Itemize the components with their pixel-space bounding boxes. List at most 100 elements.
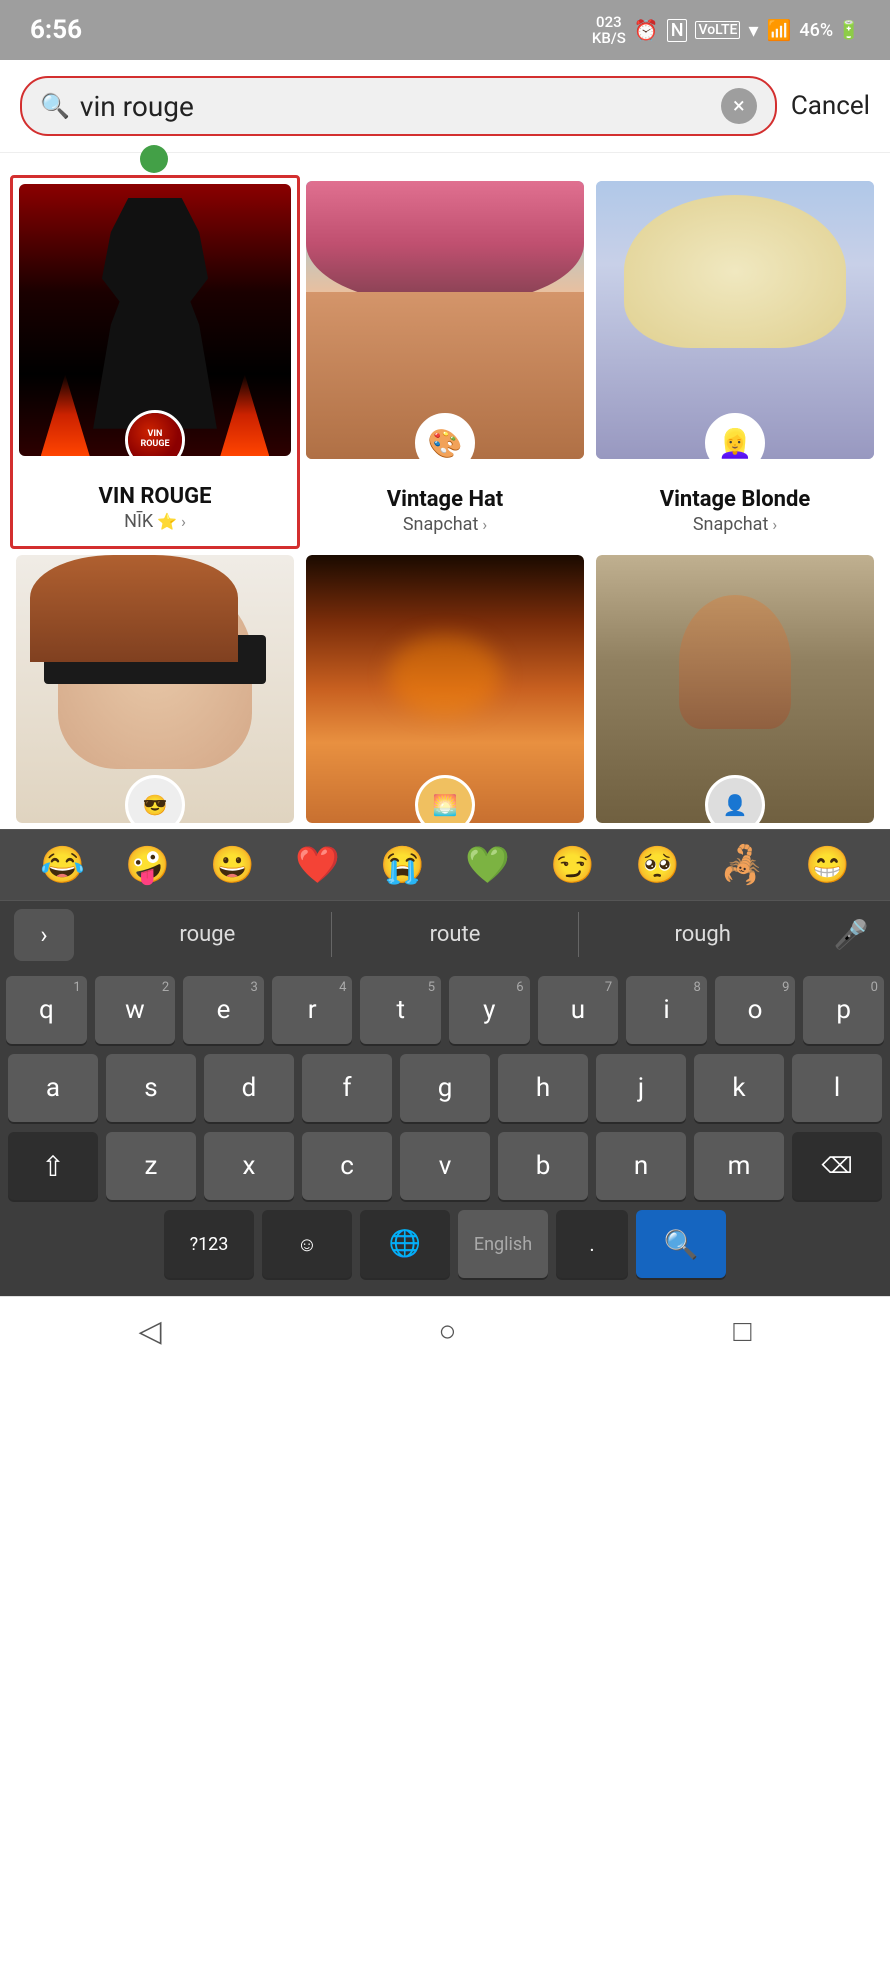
emoji-grin[interactable]: 😀 — [210, 844, 255, 886]
key-m[interactable]: m — [694, 1132, 784, 1200]
microphone-icon[interactable]: 🎤 — [826, 918, 876, 951]
result-item-vin-rouge[interactable]: VINROUGE VIN ROUGE NĪK ⭐ › — [10, 175, 300, 549]
battery-icon: 46% 🔋 — [799, 20, 860, 41]
key-u[interactable]: 7u — [538, 976, 619, 1044]
key-g[interactable]: g — [400, 1054, 490, 1122]
key-i[interactable]: 8i — [626, 976, 707, 1044]
period-key[interactable]: . — [556, 1210, 628, 1278]
delete-key[interactable]: ⌫ — [792, 1132, 882, 1200]
vintage-hat-thumbnail: 🎨 — [306, 181, 584, 459]
search-icon: 🔍 — [40, 92, 70, 120]
emoji-green-heart[interactable]: 💚 — [465, 844, 510, 886]
key-t[interactable]: 5t — [360, 976, 441, 1044]
suggestion-rouge[interactable]: rouge — [84, 912, 331, 957]
key-o[interactable]: 9o — [715, 976, 796, 1044]
result-item-vintage-blonde[interactable]: 👱‍♀️ Vintage Blonde Snapchat › — [590, 175, 880, 549]
vin-rouge-creator: NĪK ⭐ › — [124, 511, 186, 532]
alarm-icon: ⏰ — [634, 18, 659, 42]
vintage-blonde-creator: Snapchat › — [693, 514, 777, 535]
key-k[interactable]: k — [694, 1054, 784, 1122]
emoji-icon: ☺ — [297, 1232, 317, 1257]
data-rate-icon: 023KB/S — [592, 14, 626, 47]
globe-icon: 🌐 — [389, 1229, 421, 1259]
vintage-hat-creator: Snapchat › — [403, 514, 487, 535]
symbols-label: ?123 — [190, 1234, 229, 1255]
navigation-bar: ◁ ○ □ — [0, 1296, 890, 1366]
emoji-row: 😂 🤪 😀 ❤️ 😭 💚 😏 🥺 🦂 😁 — [0, 829, 890, 900]
key-s[interactable]: s — [106, 1054, 196, 1122]
key-d[interactable]: d — [204, 1054, 294, 1122]
search-query[interactable]: vin rouge — [80, 90, 711, 123]
search-key[interactable]: 🔍 — [636, 1210, 726, 1278]
clear-button[interactable]: × — [721, 88, 757, 124]
period-label: . — [589, 1232, 594, 1256]
suggestion-rough[interactable]: rough — [578, 912, 826, 957]
key-a[interactable]: a — [8, 1054, 98, 1122]
result-item-sunset[interactable]: 🌅 — [300, 549, 590, 829]
result-item-vintage-hat[interactable]: 🎨 Vintage Hat Snapchat › — [300, 175, 590, 549]
spacebar[interactable]: English — [458, 1210, 548, 1278]
search-bar: 🔍 vin rouge × Cancel — [0, 60, 890, 153]
key-x[interactable]: x — [204, 1132, 294, 1200]
suggestions-row: › rouge route rough 🎤 — [0, 900, 890, 968]
key-row-4: ?123 ☺ 🌐 English . 🔍 — [6, 1210, 884, 1278]
vintage-hat-name: Vintage Hat — [387, 487, 503, 512]
star-icon: ⭐ — [157, 512, 177, 531]
key-p[interactable]: 0p — [803, 976, 884, 1044]
home-button[interactable]: ○ — [438, 1314, 456, 1349]
cancel-button[interactable]: Cancel — [791, 91, 870, 121]
suggestions-expand-button[interactable]: › — [14, 909, 74, 961]
emoji-pleading[interactable]: 🥺 — [635, 844, 680, 886]
key-v[interactable]: v — [400, 1132, 490, 1200]
emoji-wink-tongue[interactable]: 🤪 — [125, 844, 170, 886]
key-b[interactable]: b — [498, 1132, 588, 1200]
delete-icon: ⌫ — [821, 1154, 852, 1179]
chevron-icon: › — [181, 512, 186, 531]
vin-rouge-name: VIN ROUGE — [99, 484, 212, 509]
key-f[interactable]: f — [302, 1054, 392, 1122]
emoji-scorpion[interactable]: 🦂 — [720, 844, 765, 886]
vin-rouge-thumbnail: VINROUGE — [19, 184, 291, 456]
symbols-key[interactable]: ?123 — [164, 1210, 254, 1278]
emoji-laughing[interactable]: 😂 — [40, 844, 85, 886]
key-r[interactable]: 4r — [272, 976, 353, 1044]
signal-icon: 📶 — [766, 18, 791, 42]
results-row-2: 😎 🌅 👤 — [0, 549, 890, 829]
emoji-heart[interactable]: ❤️ — [295, 844, 340, 886]
key-w[interactable]: 2w — [95, 976, 176, 1044]
result-item-sunglasses[interactable]: 😎 — [10, 549, 300, 829]
shift-key[interactable]: ⇧ — [8, 1132, 98, 1200]
nfc-icon: N — [667, 19, 688, 42]
active-indicator — [140, 145, 168, 173]
key-n[interactable]: n — [596, 1132, 686, 1200]
key-c[interactable]: c — [302, 1132, 392, 1200]
back-thumbnail: 👤 — [596, 555, 874, 823]
key-y[interactable]: 6y — [449, 976, 530, 1044]
key-j[interactable]: j — [596, 1054, 686, 1122]
search-icon-keyboard: 🔍 — [664, 1228, 699, 1261]
search-input-container[interactable]: 🔍 vin rouge × — [20, 76, 777, 136]
emoji-big-grin[interactable]: 😁 — [805, 844, 850, 886]
expand-icon: › — [40, 921, 47, 949]
globe-key[interactable]: 🌐 — [360, 1210, 450, 1278]
vintage-blonde-name: Vintage Blonde — [660, 487, 811, 512]
keyboard-area: 😂 🤪 😀 ❤️ 😭 💚 😏 🥺 🦂 😁 › rouge route rough… — [0, 829, 890, 1296]
shift-icon: ⇧ — [41, 1150, 64, 1183]
emoji-smirk[interactable]: 😏 — [550, 844, 595, 886]
emoji-crying[interactable]: 😭 — [380, 844, 425, 886]
wifi-icon: ▾ — [748, 18, 758, 42]
vintage-blonde-thumbnail: 👱‍♀️ — [596, 181, 874, 459]
emoji-key[interactable]: ☺ — [262, 1210, 352, 1278]
suggestion-route[interactable]: route — [331, 912, 579, 957]
key-l[interactable]: l — [792, 1054, 882, 1122]
recents-button[interactable]: □ — [733, 1314, 751, 1349]
back-button[interactable]: ◁ — [138, 1314, 161, 1349]
key-z[interactable]: z — [106, 1132, 196, 1200]
chevron-icon: › — [772, 515, 777, 534]
status-icons: 023KB/S ⏰ N VoLTE ▾ 📶 46% 🔋 — [592, 14, 860, 47]
key-q[interactable]: 1q — [6, 976, 87, 1044]
chevron-icon: › — [482, 515, 487, 534]
key-e[interactable]: 3e — [183, 976, 264, 1044]
key-h[interactable]: h — [498, 1054, 588, 1122]
result-item-back[interactable]: 👤 — [590, 549, 880, 829]
